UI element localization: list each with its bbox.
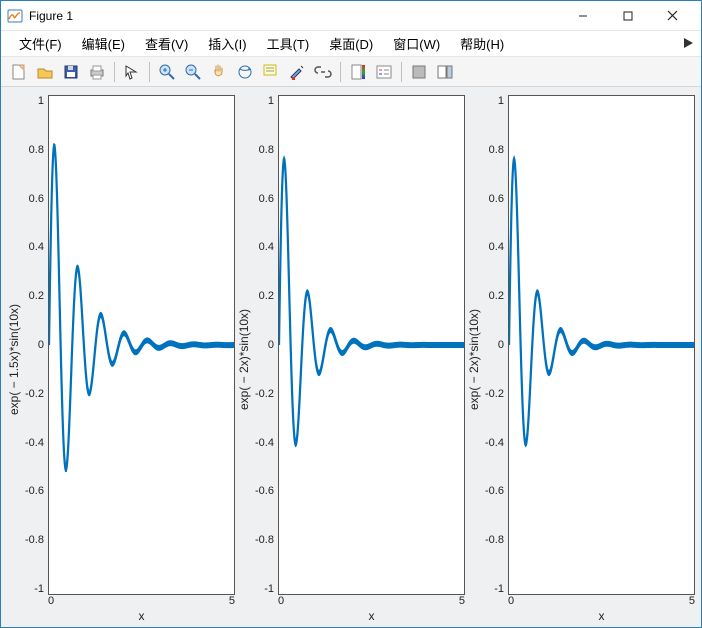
figure-canvas[interactable]: exp( − 1.5x)*sin(10x) 1 0.8 0.6 0.4 0.2 … (1, 87, 701, 627)
subplot-1: exp( − 1.5x)*sin(10x) 1 0.8 0.6 0.4 0.2 … (5, 95, 235, 623)
maximize-button[interactable] (605, 2, 650, 30)
line-series-1 (49, 146, 234, 469)
menubar: 文件(F) 编辑(E) 查看(V) 插入(I) 工具(T) 桌面(D) 窗口(W… (1, 31, 701, 57)
minimize-button[interactable] (560, 2, 605, 30)
line-series-2 (279, 159, 464, 443)
print-button[interactable] (85, 60, 109, 84)
toolbar-separator (149, 62, 150, 82)
ylabel: exp( − 2x)*sin(10x) (465, 95, 485, 623)
subplot-2: exp( − 2x)*sin(10x) 1 0.8 0.6 0.4 0.2 0 … (235, 95, 465, 623)
subplots-row: exp( − 1.5x)*sin(10x) 1 0.8 0.6 0.4 0.2 … (5, 95, 695, 623)
menu-file[interactable]: 文件(F) (9, 32, 72, 55)
menu-desktop[interactable]: 桌面(D) (319, 32, 383, 55)
data-cursor-button[interactable] (259, 60, 283, 84)
toolbar-separator (114, 62, 115, 82)
show-plottools-button[interactable] (433, 60, 457, 84)
axes-2[interactable] (278, 95, 465, 595)
ylabel: exp( − 1.5x)*sin(10x) (5, 95, 25, 623)
line-series-3 (509, 159, 694, 443)
undock-arrow-icon[interactable] (683, 37, 695, 52)
save-button[interactable] (59, 60, 83, 84)
window-title: Figure 1 (29, 9, 560, 23)
rotate3d-button[interactable] (233, 60, 257, 84)
axes-3[interactable] (508, 95, 695, 595)
x-axis-ticks: 0 5 (508, 595, 695, 609)
insert-legend-button[interactable] (372, 60, 396, 84)
menu-tools[interactable]: 工具(T) (257, 32, 320, 55)
zoom-out-button[interactable] (181, 60, 205, 84)
x-axis-ticks: 0 5 (278, 595, 465, 609)
toolbar-separator (340, 62, 341, 82)
edit-plot-button[interactable] (120, 60, 144, 84)
menu-insert[interactable]: 插入(I) (198, 32, 256, 55)
new-figure-button[interactable] (7, 60, 31, 84)
hide-plottools-button[interactable] (407, 60, 431, 84)
y-axis-ticks: 1 0.8 0.6 0.4 0.2 0 -0.2 -0.4 -0.6 -0.8 … (255, 95, 278, 623)
pan-button[interactable] (207, 60, 231, 84)
toolbar (1, 57, 701, 87)
menu-help[interactable]: 帮助(H) (450, 32, 514, 55)
figure-window: Figure 1 文件(F) 编辑(E) 查看(V) 插入(I) 工具(T) 桌… (0, 0, 702, 628)
x-axis-ticks: 0 5 (48, 595, 235, 609)
y-axis-ticks: 1 0.8 0.6 0.4 0.2 0 -0.2 -0.4 -0.6 -0.8 … (25, 95, 48, 623)
menu-edit[interactable]: 编辑(E) (72, 32, 135, 55)
insert-colorbar-button[interactable] (346, 60, 370, 84)
menu-window[interactable]: 窗口(W) (383, 32, 450, 55)
ylabel: exp( − 2x)*sin(10x) (235, 95, 255, 623)
titlebar: Figure 1 (1, 1, 701, 31)
menu-view[interactable]: 查看(V) (135, 32, 198, 55)
y-axis-ticks: 1 0.8 0.6 0.4 0.2 0 -0.2 -0.4 -0.6 -0.8 … (485, 95, 508, 623)
axes-1[interactable] (48, 95, 235, 595)
open-button[interactable] (33, 60, 57, 84)
matlab-figure-icon (7, 8, 23, 24)
toolbar-separator (401, 62, 402, 82)
subplot-3: exp( − 2x)*sin(10x) 1 0.8 0.6 0.4 0.2 0 … (465, 95, 695, 623)
xlabel: x (278, 609, 465, 623)
brush-button[interactable] (285, 60, 309, 84)
close-button[interactable] (650, 2, 695, 30)
zoom-in-button[interactable] (155, 60, 179, 84)
xlabel: x (48, 609, 235, 623)
xlabel: x (508, 609, 695, 623)
link-plots-button[interactable] (311, 60, 335, 84)
